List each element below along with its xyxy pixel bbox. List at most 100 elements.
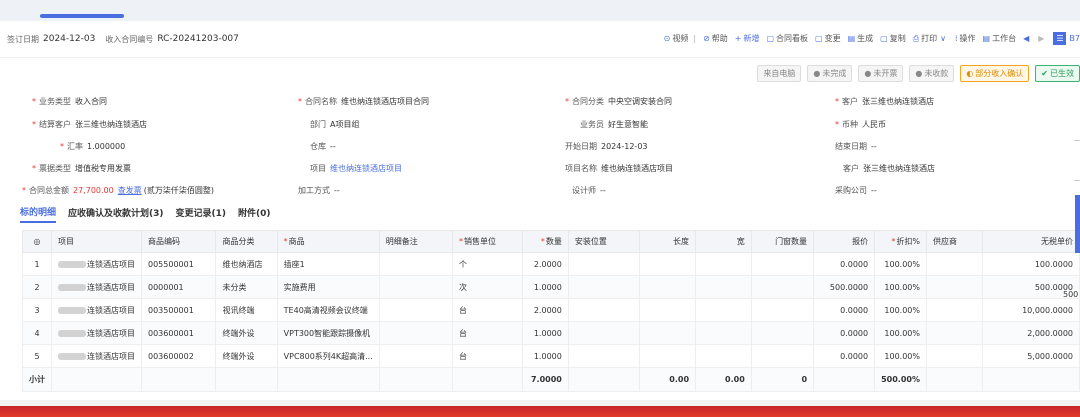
prev-record-button[interactable]: ◀ [1023, 34, 1031, 43]
cell-idx[interactable]: 2 [22, 275, 52, 299]
cell-product[interactable]: 插座1 [276, 252, 380, 276]
cell-remark[interactable] [378, 275, 454, 299]
cell-remark[interactable] [378, 344, 454, 368]
col-category[interactable]: 商品分类 [215, 230, 278, 253]
cell-unit[interactable]: 次 [452, 275, 524, 299]
col-discount[interactable]: *折扣% [874, 230, 927, 253]
cell-doors[interactable] [750, 321, 815, 345]
cell-cat[interactable]: 终端外设 [215, 344, 278, 368]
cell-qty[interactable]: 1.0000 [522, 344, 569, 368]
cell-disc[interactable]: 100.00% [874, 298, 927, 322]
cell-code[interactable]: 005500001 [140, 252, 217, 276]
cell-qty[interactable]: 2.0000 [522, 252, 569, 276]
operate-button[interactable]: ⁞ 操作 [955, 33, 976, 44]
col-code[interactable]: 商品编码 [140, 230, 217, 253]
cell-price[interactable]: 2,000.0000 [982, 321, 1080, 345]
col-quote[interactable]: 报价 [813, 230, 876, 253]
tab-attachments[interactable]: 附件(0) [238, 206, 271, 222]
cell-wid[interactable] [695, 275, 752, 299]
col-position[interactable]: 安装位置 [567, 230, 641, 253]
cell-doors[interactable] [750, 344, 815, 368]
table-row[interactable]: 4 连锁酒店项目 003600001 终端外设 VPT300智能跟踪摄像机 台 1.0000… [22, 321, 1080, 345]
cell-idx[interactable]: 4 [22, 321, 52, 345]
cell-len[interactable] [639, 275, 697, 299]
cell-len[interactable] [639, 298, 697, 322]
cell-code[interactable]: 003600001 [140, 321, 217, 345]
workbench-button[interactable]: ▤ 工作台 [983, 33, 1017, 44]
view-invoice-link[interactable]: 查发票 [118, 185, 142, 196]
cell-unit[interactable]: 台 [452, 344, 524, 368]
generate-button[interactable]: ▤ 生成 [848, 33, 874, 44]
cell-pos[interactable] [567, 344, 641, 368]
cell-len[interactable] [639, 344, 697, 368]
cell-qty[interactable]: 1.0000 [522, 275, 569, 299]
cell-cat[interactable]: 终端外设 [215, 321, 278, 345]
cell-disc[interactable]: 100.00% [874, 252, 927, 276]
cell-cat[interactable]: 未分类 [215, 275, 278, 299]
cell-quote[interactable]: 0.0000 [813, 344, 876, 368]
cell-doors[interactable] [750, 252, 815, 276]
col-product[interactable]: *商品 [276, 230, 380, 253]
cell-disc[interactable]: 100.00% [874, 321, 927, 345]
table-row[interactable]: 5 连锁酒店项目 003600002 终端外设 VPC800系列4K超高清... 台 1.0… [22, 344, 1080, 368]
cell-disc[interactable]: 100.00% [874, 344, 927, 368]
cell-quote[interactable]: 500.0000 [813, 275, 876, 299]
cell-project[interactable]: 连锁酒店项目 [51, 252, 142, 276]
cell-len[interactable] [639, 321, 697, 345]
project-link[interactable]: 维也纳连锁酒店项目 [330, 163, 402, 174]
cell-unit[interactable]: 个 [452, 252, 524, 276]
side-panel-handle[interactable] [1075, 195, 1080, 253]
col-supplier[interactable]: 供应商 [925, 230, 984, 253]
cell-price[interactable]: 10,000.0000 [982, 298, 1080, 322]
cell-idx[interactable]: 1 [22, 252, 52, 276]
cell-remark[interactable] [378, 321, 454, 345]
copy-button[interactable]: ▢ 复制 [880, 33, 906, 44]
table-row[interactable]: 2 连锁酒店项目 0000001 未分类 实施费用 次 1.0000 500.0000 100.… [22, 275, 1080, 299]
cell-len[interactable] [639, 252, 697, 276]
cell-pos[interactable] [567, 298, 641, 322]
cell-project[interactable]: 连锁酒店项目 [51, 344, 142, 368]
cell-wid[interactable] [695, 252, 752, 276]
active-tab-indicator[interactable] [40, 14, 124, 18]
cell-supplier[interactable] [925, 344, 984, 368]
table-row[interactable]: 1 连锁酒店项目 005500001 维也纳酒店 插座1 个 2.0000 0.0000 100… [22, 252, 1080, 276]
cell-doors[interactable] [750, 275, 815, 299]
cell-wid[interactable] [695, 321, 752, 345]
cell-product[interactable]: VPT300智能跟踪摄像机 [276, 321, 380, 345]
col-doors[interactable]: 门窗数量 [750, 230, 815, 253]
cell-code[interactable]: 003500001 [140, 298, 217, 322]
cell-supplier[interactable] [925, 298, 984, 322]
contract-board-button[interactable]: ▢ 合同看板 [766, 33, 808, 44]
cell-price[interactable]: 5,000.0000 [982, 344, 1080, 368]
col-qty[interactable]: *数量 [522, 230, 569, 253]
cell-qty[interactable]: 2.0000 [522, 298, 569, 322]
cell-cat[interactable]: 维也纳酒店 [215, 252, 278, 276]
cell-quote[interactable]: 0.0000 [813, 321, 876, 345]
cell-remark[interactable] [378, 252, 454, 276]
col-unit[interactable]: *销售单位 [452, 230, 524, 253]
cell-code[interactable]: 0000001 [140, 275, 217, 299]
cell-qty[interactable]: 1.0000 [522, 321, 569, 345]
cell-price[interactable]: 100.0000 [982, 252, 1080, 276]
cell-idx[interactable]: 3 [22, 298, 52, 322]
cell-supplier[interactable] [925, 275, 984, 299]
cell-cat[interactable]: 视讯终端 [215, 298, 278, 322]
cell-project[interactable]: 连锁酒店项目 [51, 321, 142, 345]
cell-pos[interactable] [567, 321, 641, 345]
cell-supplier[interactable] [925, 252, 984, 276]
cell-project[interactable]: 连锁酒店项目 [51, 298, 142, 322]
cell-quote[interactable]: 0.0000 [813, 298, 876, 322]
tab-change-log[interactable]: 变更记录(1) [176, 206, 227, 222]
cell-wid[interactable] [695, 344, 752, 368]
col-width[interactable]: 宽 [695, 230, 752, 253]
cell-unit[interactable]: 台 [452, 298, 524, 322]
cell-product[interactable]: 实施费用 [276, 275, 380, 299]
add-button[interactable]: + 新增 [735, 33, 760, 44]
list-view-button[interactable]: ☰ [1053, 32, 1067, 45]
tab-receivables[interactable]: 应收确认及收款计划(3) [68, 206, 164, 222]
cell-quote[interactable]: 0.0000 [813, 252, 876, 276]
cell-pos[interactable] [567, 252, 641, 276]
help-button[interactable]: ⊘ 帮助 [703, 33, 728, 44]
video-button[interactable]: ⊙ 视频 [664, 33, 689, 44]
cell-disc[interactable]: 100.00% [874, 275, 927, 299]
